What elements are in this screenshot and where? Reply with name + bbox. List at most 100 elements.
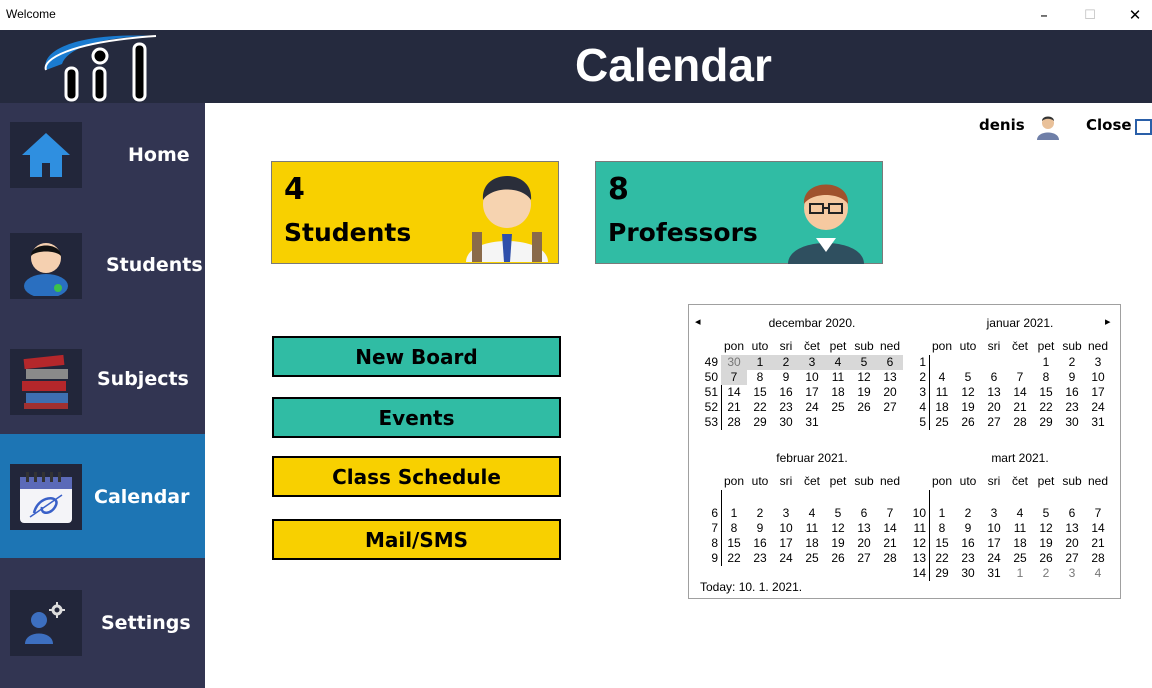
calendar-day[interactable]: 2 bbox=[1059, 355, 1085, 370]
close-window-button[interactable]: ✕ bbox=[1112, 0, 1152, 30]
events-button[interactable]: Events bbox=[272, 397, 561, 438]
calendar-day[interactable]: 5 bbox=[851, 355, 877, 370]
calendar-day[interactable]: 2 bbox=[955, 506, 981, 521]
calendar-day[interactable]: 5 bbox=[825, 506, 851, 521]
calendar-day[interactable]: 4 bbox=[825, 355, 851, 370]
calendar-day[interactable]: 8 bbox=[929, 521, 955, 536]
calendar-day[interactable]: 18 bbox=[1007, 536, 1033, 551]
calendar-day[interactable]: 14 bbox=[877, 521, 903, 536]
calendar-day[interactable]: 26 bbox=[1033, 551, 1059, 566]
calendar-day[interactable]: 28 bbox=[1007, 415, 1033, 430]
calendar-day[interactable]: 25 bbox=[1007, 551, 1033, 566]
calendar-day[interactable]: 12 bbox=[955, 385, 981, 400]
calendar-day[interactable]: 11 bbox=[799, 521, 825, 536]
calendar-day[interactable]: 9 bbox=[1059, 370, 1085, 385]
calendar-day[interactable]: 27 bbox=[877, 400, 903, 415]
calendar-day[interactable]: 30 bbox=[773, 415, 799, 430]
calendar-day[interactable]: 23 bbox=[747, 551, 773, 566]
calendar-day[interactable]: 11 bbox=[929, 385, 955, 400]
calendar-day[interactable]: 15 bbox=[721, 536, 747, 551]
calendar-day[interactable]: 2 bbox=[773, 355, 799, 370]
calendar-day[interactable]: 10 bbox=[773, 521, 799, 536]
calendar-day[interactable]: 2 bbox=[1033, 566, 1059, 581]
maximize-button[interactable]: ☐ bbox=[1067, 0, 1113, 30]
calendar-day[interactable]: 8 bbox=[1033, 370, 1059, 385]
calendar-day[interactable]: 10 bbox=[1085, 370, 1111, 385]
calendar-day[interactable]: 30 bbox=[1059, 415, 1085, 430]
calendar-day[interactable]: 25 bbox=[929, 415, 955, 430]
calendar-day[interactable]: 1 bbox=[1033, 355, 1059, 370]
calendar-day[interactable]: 12 bbox=[851, 370, 877, 385]
calendar-day[interactable]: 20 bbox=[1059, 536, 1085, 551]
calendar-day[interactable]: 29 bbox=[1033, 415, 1059, 430]
calendar-day[interactable]: 22 bbox=[1033, 400, 1059, 415]
calendar-day[interactable]: 27 bbox=[981, 415, 1007, 430]
sidebar-item-students[interactable]: Students bbox=[0, 213, 205, 337]
calendar-day[interactable]: 6 bbox=[981, 370, 1007, 385]
calendar-day[interactable]: 1 bbox=[721, 506, 747, 521]
sidebar-item-calendar[interactable]: Calendar bbox=[0, 434, 205, 558]
calendar-day[interactable]: 4 bbox=[929, 370, 955, 385]
calendar-day[interactable]: 17 bbox=[773, 536, 799, 551]
calendar-day[interactable]: 19 bbox=[851, 385, 877, 400]
calendar-day[interactable]: 27 bbox=[1059, 551, 1085, 566]
calendar-day[interactable]: 27 bbox=[851, 551, 877, 566]
calendar-day[interactable]: 9 bbox=[773, 370, 799, 385]
calendar-day[interactable]: 1 bbox=[1007, 566, 1033, 581]
minimize-button[interactable]: – bbox=[1021, 0, 1067, 30]
new-board-button[interactable]: New Board bbox=[272, 336, 561, 377]
calendar-day[interactable]: 13 bbox=[877, 370, 903, 385]
calendar-day[interactable]: 22 bbox=[747, 400, 773, 415]
calendar-day[interactable]: 24 bbox=[981, 551, 1007, 566]
calendar-day[interactable]: 20 bbox=[981, 400, 1007, 415]
calendar-day[interactable]: 21 bbox=[877, 536, 903, 551]
calendar-day[interactable]: 26 bbox=[955, 415, 981, 430]
calendar-day[interactable]: 21 bbox=[1085, 536, 1111, 551]
calendar-day[interactable]: 26 bbox=[851, 400, 877, 415]
user-avatar-icon[interactable] bbox=[1036, 114, 1060, 144]
calendar-day[interactable]: 29 bbox=[929, 566, 955, 581]
logout-icon[interactable] bbox=[1135, 119, 1152, 135]
today-label[interactable]: Today: 10. 1. 2021. bbox=[700, 580, 802, 594]
calendar-day[interactable]: 16 bbox=[1059, 385, 1085, 400]
calendar-day[interactable]: 18 bbox=[929, 400, 955, 415]
calendar-day[interactable]: 28 bbox=[877, 551, 903, 566]
professors-card[interactable]: 8 Professors bbox=[595, 161, 883, 264]
sidebar-item-home[interactable]: Home bbox=[0, 103, 205, 227]
calendar-day[interactable]: 13 bbox=[1059, 521, 1085, 536]
calendar-day[interactable]: 15 bbox=[747, 385, 773, 400]
mail-sms-button[interactable]: Mail/SMS bbox=[272, 519, 561, 560]
calendar-day[interactable]: 2 bbox=[747, 506, 773, 521]
calendar-day[interactable]: 5 bbox=[955, 370, 981, 385]
calendar-day[interactable]: 23 bbox=[773, 400, 799, 415]
calendar-day[interactable]: 3 bbox=[1085, 355, 1111, 370]
calendar-day[interactable]: 7 bbox=[1085, 506, 1111, 521]
calendar-day[interactable]: 17 bbox=[981, 536, 1007, 551]
calendar-day[interactable]: 10 bbox=[799, 370, 825, 385]
calendar-day[interactable]: 3 bbox=[773, 506, 799, 521]
calendar-day[interactable]: 18 bbox=[825, 385, 851, 400]
calendar-day[interactable]: 6 bbox=[1059, 506, 1085, 521]
calendar-day[interactable]: 8 bbox=[721, 521, 747, 536]
calendar-day[interactable]: 21 bbox=[1007, 400, 1033, 415]
calendar-day[interactable]: 11 bbox=[825, 370, 851, 385]
calendar-day[interactable]: 30 bbox=[721, 355, 747, 370]
calendar-day[interactable]: 12 bbox=[825, 521, 851, 536]
calendar-day[interactable]: 22 bbox=[721, 551, 747, 566]
calendar-day[interactable]: 4 bbox=[1007, 506, 1033, 521]
calendar-day[interactable]: 17 bbox=[1085, 385, 1111, 400]
calendar-day[interactable]: 14 bbox=[1007, 385, 1033, 400]
calendar-day[interactable]: 6 bbox=[877, 355, 903, 370]
calendar-day[interactable]: 3 bbox=[981, 506, 1007, 521]
calendar-day[interactable]: 15 bbox=[1033, 385, 1059, 400]
calendar-day[interactable]: 15 bbox=[929, 536, 955, 551]
calendar-day[interactable]: 31 bbox=[981, 566, 1007, 581]
calendar-day[interactable]: 23 bbox=[1059, 400, 1085, 415]
calendar-day[interactable]: 20 bbox=[851, 536, 877, 551]
calendar-day[interactable]: 19 bbox=[825, 536, 851, 551]
calendar-day[interactable]: 23 bbox=[955, 551, 981, 566]
calendar-day[interactable]: 9 bbox=[955, 521, 981, 536]
calendar-day[interactable]: 16 bbox=[955, 536, 981, 551]
calendar-day[interactable]: 16 bbox=[773, 385, 799, 400]
sidebar-item-settings[interactable]: Settings bbox=[0, 559, 205, 683]
